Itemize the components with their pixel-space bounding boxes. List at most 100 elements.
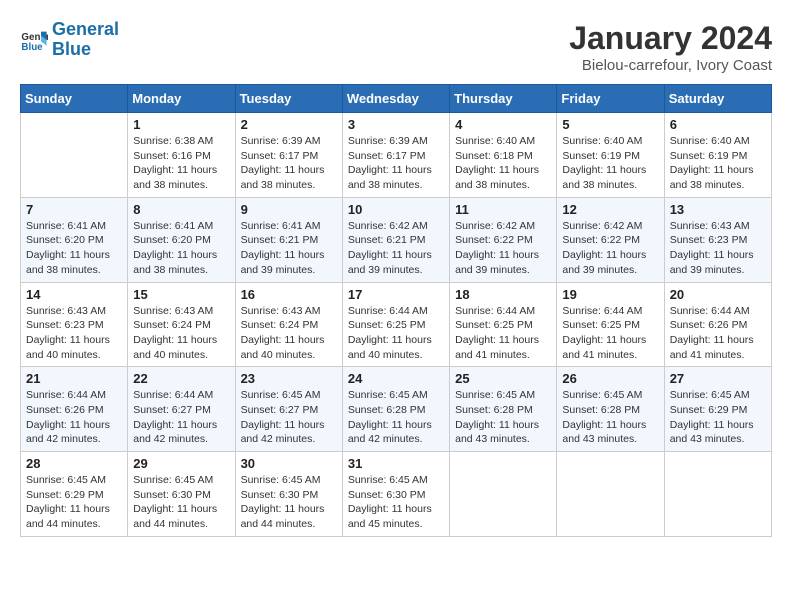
calendar-cell: 29 Sunrise: 6:45 AMSunset: 6:30 PMDayligh… — [128, 452, 235, 537]
day-info: Sunrise: 6:42 AMSunset: 6:22 PMDaylight:… — [455, 219, 551, 278]
day-number: 13 — [670, 202, 766, 217]
weekday-header-monday: Monday — [128, 85, 235, 113]
day-info: Sunrise: 6:44 AMSunset: 6:26 PMDaylight:… — [26, 388, 122, 447]
calendar-cell: 26 Sunrise: 6:45 AMSunset: 6:28 PMDayligh… — [557, 367, 664, 452]
day-number: 14 — [26, 287, 122, 302]
day-number: 2 — [241, 117, 337, 132]
day-number: 22 — [133, 371, 229, 386]
calendar-cell: 10 Sunrise: 6:42 AMSunset: 6:21 PMDayligh… — [342, 197, 449, 282]
day-number: 23 — [241, 371, 337, 386]
calendar-cell: 24 Sunrise: 6:45 AMSunset: 6:28 PMDayligh… — [342, 367, 449, 452]
day-number: 28 — [26, 456, 122, 471]
calendar-cell: 19 Sunrise: 6:44 AMSunset: 6:25 PMDayligh… — [557, 282, 664, 367]
calendar-cell: 5Sunrise: 6:40 AMSunset: 6:19 PMDaylight… — [557, 113, 664, 198]
day-number: 10 — [348, 202, 444, 217]
day-number: 11 — [455, 202, 551, 217]
calendar-cell: 1Sunrise: 6:38 AMSunset: 6:16 PMDaylight… — [128, 113, 235, 198]
calendar-cell: 22 Sunrise: 6:44 AMSunset: 6:27 PMDayligh… — [128, 367, 235, 452]
calendar-cell: 6 Sunrise: 6:40 AMSunset: 6:19 PMDaylight… — [664, 113, 771, 198]
calendar-cell: 31Sunrise: 6:45 AMSunset: 6:30 PMDayligh… — [342, 452, 449, 537]
day-number: 21 — [26, 371, 122, 386]
calendar-cell: 8 Sunrise: 6:41 AMSunset: 6:20 PMDaylight… — [128, 197, 235, 282]
day-info: Sunrise: 6:41 AMSunset: 6:20 PMDaylight:… — [26, 219, 122, 278]
month-year-title: January 2024 — [569, 20, 772, 57]
day-info: Sunrise: 6:42 AMSunset: 6:22 PMDaylight:… — [562, 219, 658, 278]
weekday-header-saturday: Saturday — [664, 85, 771, 113]
calendar-cell: 16 Sunrise: 6:43 AMSunset: 6:24 PMDayligh… — [235, 282, 342, 367]
day-number: 6 — [670, 117, 766, 132]
day-info: Sunrise: 6:45 AMSunset: 6:27 PMDaylight:… — [241, 388, 337, 447]
calendar-cell — [664, 452, 771, 537]
weekday-header-thursday: Thursday — [450, 85, 557, 113]
day-number: 5 — [562, 117, 658, 132]
calendar-cell — [450, 452, 557, 537]
day-number: 7 — [26, 202, 122, 217]
day-info: Sunrise: 6:45 AMSunset: 6:29 PMDaylight:… — [26, 473, 122, 532]
day-info: Sunrise: 6:43 AMSunset: 6:23 PMDaylight:… — [26, 304, 122, 363]
day-number: 24 — [348, 371, 444, 386]
day-info: Sunrise: 6:42 AMSunset: 6:21 PMDaylight:… — [348, 219, 444, 278]
calendar-cell — [21, 113, 128, 198]
day-info: Sunrise: 6:43 AMSunset: 6:24 PMDaylight:… — [133, 304, 229, 363]
calendar-week-row: 14 Sunrise: 6:43 AMSunset: 6:23 PMDayligh… — [21, 282, 772, 367]
calendar-cell: 21 Sunrise: 6:44 AMSunset: 6:26 PMDayligh… — [21, 367, 128, 452]
calendar-cell: 7 Sunrise: 6:41 AMSunset: 6:20 PMDaylight… — [21, 197, 128, 282]
day-info: Sunrise: 6:43 AMSunset: 6:24 PMDaylight:… — [241, 304, 337, 363]
calendar-cell: 28 Sunrise: 6:45 AMSunset: 6:29 PMDayligh… — [21, 452, 128, 537]
day-info: Sunrise: 6:41 AMSunset: 6:21 PMDaylight:… — [241, 219, 337, 278]
day-info: Sunrise: 6:45 AMSunset: 6:30 PMDaylight:… — [133, 473, 229, 532]
day-number: 20 — [670, 287, 766, 302]
day-number: 9 — [241, 202, 337, 217]
day-number: 18 — [455, 287, 551, 302]
logo-icon: General Blue — [20, 26, 48, 54]
calendar-cell: 2 Sunrise: 6:39 AMSunset: 6:17 PMDaylight… — [235, 113, 342, 198]
day-info: Sunrise: 6:45 AMSunset: 6:29 PMDaylight:… — [670, 388, 766, 447]
day-number: 4 — [455, 117, 551, 132]
day-number: 17 — [348, 287, 444, 302]
logo-text: GeneralBlue — [52, 20, 119, 60]
day-info: Sunrise: 6:39 AMSunset: 6:17 PMDaylight:… — [348, 134, 444, 193]
day-info: Sunrise: 6:40 AMSunset: 6:18 PMDaylight:… — [455, 134, 551, 193]
day-number: 3 — [348, 117, 444, 132]
weekday-header-wednesday: Wednesday — [342, 85, 449, 113]
svg-text:Blue: Blue — [21, 42, 43, 53]
day-info: Sunrise: 6:44 AMSunset: 6:27 PMDaylight:… — [133, 388, 229, 447]
day-number: 29 — [133, 456, 229, 471]
day-info: Sunrise: 6:45 AMSunset: 6:28 PMDaylight:… — [348, 388, 444, 447]
day-info: Sunrise: 6:44 AMSunset: 6:25 PMDaylight:… — [455, 304, 551, 363]
day-info: Sunrise: 6:45 AMSunset: 6:28 PMDaylight:… — [455, 388, 551, 447]
day-number: 26 — [562, 371, 658, 386]
day-info: Sunrise: 6:45 AMSunset: 6:30 PMDaylight:… — [348, 473, 444, 532]
day-number: 8 — [133, 202, 229, 217]
calendar-cell: 15 Sunrise: 6:43 AMSunset: 6:24 PMDayligh… — [128, 282, 235, 367]
day-number: 1 — [133, 117, 229, 132]
location-subtitle: Bielou-carrefour, Ivory Coast — [569, 57, 772, 74]
day-info: Sunrise: 6:44 AMSunset: 6:26 PMDaylight:… — [670, 304, 766, 363]
day-info: Sunrise: 6:41 AMSunset: 6:20 PMDaylight:… — [133, 219, 229, 278]
calendar-week-row: 1Sunrise: 6:38 AMSunset: 6:16 PMDaylight… — [21, 113, 772, 198]
calendar-cell: 13Sunrise: 6:43 AMSunset: 6:23 PMDayligh… — [664, 197, 771, 282]
day-info: Sunrise: 6:45 AMSunset: 6:28 PMDaylight:… — [562, 388, 658, 447]
calendar-cell: 23 Sunrise: 6:45 AMSunset: 6:27 PMDayligh… — [235, 367, 342, 452]
calendar-cell: 3 Sunrise: 6:39 AMSunset: 6:17 PMDaylight… — [342, 113, 449, 198]
day-info: Sunrise: 6:39 AMSunset: 6:17 PMDaylight:… — [241, 134, 337, 193]
calendar-cell: 25Sunrise: 6:45 AMSunset: 6:28 PMDayligh… — [450, 367, 557, 452]
day-number: 15 — [133, 287, 229, 302]
logo: General Blue GeneralBlue — [20, 20, 119, 60]
day-number: 30 — [241, 456, 337, 471]
day-info: Sunrise: 6:40 AMSunset: 6:19 PMDaylight:… — [670, 134, 766, 193]
calendar-cell: 20 Sunrise: 6:44 AMSunset: 6:26 PMDayligh… — [664, 282, 771, 367]
day-number: 19 — [562, 287, 658, 302]
day-number: 12 — [562, 202, 658, 217]
day-info: Sunrise: 6:44 AMSunset: 6:25 PMDaylight:… — [562, 304, 658, 363]
calendar-cell — [557, 452, 664, 537]
calendar-week-row: 7 Sunrise: 6:41 AMSunset: 6:20 PMDaylight… — [21, 197, 772, 282]
calendar-cell: 4 Sunrise: 6:40 AMSunset: 6:18 PMDaylight… — [450, 113, 557, 198]
calendar-week-row: 21 Sunrise: 6:44 AMSunset: 6:26 PMDayligh… — [21, 367, 772, 452]
calendar-cell: 11 Sunrise: 6:42 AMSunset: 6:22 PMDayligh… — [450, 197, 557, 282]
calendar-cell: 17Sunrise: 6:44 AMSunset: 6:25 PMDayligh… — [342, 282, 449, 367]
weekday-header-tuesday: Tuesday — [235, 85, 342, 113]
day-number: 16 — [241, 287, 337, 302]
weekday-header-row: SundayMondayTuesdayWednesdayThursdayFrid… — [21, 85, 772, 113]
calendar-cell: 18 Sunrise: 6:44 AMSunset: 6:25 PMDayligh… — [450, 282, 557, 367]
